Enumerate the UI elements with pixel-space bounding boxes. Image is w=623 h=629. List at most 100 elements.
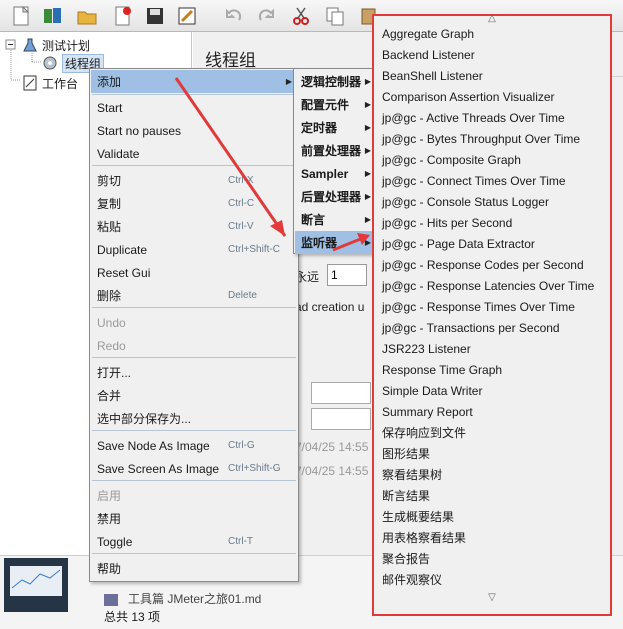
scroll-down-icon[interactable]: ▽ bbox=[374, 592, 610, 603]
listener-item[interactable]: jp@gc - Active Threads Over Time bbox=[382, 108, 565, 129]
undo-icon[interactable] bbox=[220, 3, 246, 29]
context-menu-item[interactable]: 禁用 bbox=[91, 507, 297, 530]
listener-item[interactable]: jp@gc - Hits per Second bbox=[382, 213, 512, 234]
listener-item[interactable]: Summary Report bbox=[382, 402, 473, 423]
context-menu-item[interactable]: Start no pauses bbox=[91, 119, 297, 142]
submenu-arrow-icon: ▶ bbox=[364, 100, 371, 109]
listener-item[interactable]: jp@gc - Composite Graph bbox=[382, 150, 521, 171]
flask-icon bbox=[23, 38, 37, 52]
file-item[interactable]: 工具篇 JMeter之旅01.md bbox=[104, 590, 261, 607]
cut-icon[interactable] bbox=[288, 3, 314, 29]
listener-item[interactable]: jp@gc - Transactions per Second bbox=[382, 318, 560, 339]
context-menu-item[interactable]: Save Screen As Image Ctrl+Shift-G bbox=[91, 457, 297, 480]
context-menu-item-label: 剪切 bbox=[97, 174, 122, 188]
loop-count-input[interactable] bbox=[327, 264, 367, 286]
tree-label-test-plan: 测试计划 bbox=[42, 38, 91, 53]
add-submenu-item[interactable]: 配置元件 ▶ bbox=[295, 93, 376, 116]
context-menu-item[interactable]: Duplicate Ctrl+Shift-C bbox=[91, 238, 297, 261]
item-count: 总共 13 项 bbox=[104, 610, 161, 624]
context-menu-item[interactable]: Undo bbox=[91, 311, 297, 334]
listener-item[interactable]: jp@gc - Connect Times Over Time bbox=[382, 171, 566, 192]
listener-item[interactable]: 保存响应到文件 bbox=[382, 423, 466, 444]
redo-icon[interactable] bbox=[254, 3, 280, 29]
markdown-file-icon bbox=[104, 593, 118, 606]
context-menu-item[interactable]: 帮助 bbox=[91, 557, 297, 580]
context-menu-item[interactable]: Start bbox=[91, 96, 297, 119]
context-menu-item[interactable]: Toggle Ctrl-T bbox=[91, 530, 297, 553]
listener-item[interactable]: 断言结果 bbox=[382, 486, 430, 507]
listener-item[interactable]: Comparison Assertion Visualizer bbox=[382, 87, 555, 108]
shortcut-hint: Ctrl-T bbox=[228, 536, 253, 547]
listener-item[interactable]: Simple Data Writer bbox=[382, 381, 482, 402]
listener-item[interactable]: 图形结果 bbox=[382, 444, 430, 465]
close-file-icon[interactable] bbox=[110, 3, 136, 29]
context-menu-item-label: 打开... bbox=[97, 366, 132, 380]
context-menu-item-label: Start bbox=[97, 100, 123, 115]
shortcut-hint: Ctrl-V bbox=[228, 221, 254, 232]
listener-item[interactable]: BeanShell Listener bbox=[382, 66, 483, 87]
add-submenu-item[interactable]: 断言 ▶ bbox=[295, 208, 376, 231]
save-icon[interactable] bbox=[142, 3, 168, 29]
listener-item[interactable]: jp@gc - Response Times Over Time bbox=[382, 297, 575, 318]
listener-item[interactable]: Aggregate Graph bbox=[382, 24, 474, 45]
add-submenu-item[interactable]: 逻辑控制器 ▶ bbox=[295, 70, 376, 93]
listener-item[interactable]: 生成概要结果 bbox=[382, 507, 454, 528]
menu-separator bbox=[92, 430, 296, 431]
edit-icon[interactable] bbox=[174, 3, 200, 29]
context-menu-item[interactable]: Save Node As Image Ctrl-G bbox=[91, 434, 297, 457]
add-submenu-item[interactable]: 定时器 ▶ bbox=[295, 116, 376, 139]
listener-item[interactable]: Response Time Graph bbox=[382, 360, 502, 381]
tree-node-workbench[interactable]: 工作台 bbox=[22, 74, 78, 92]
listener-item[interactable]: jp@gc - Page Data Extractor bbox=[382, 234, 535, 255]
context-menu-item[interactable]: 添加 ▶ bbox=[91, 70, 297, 93]
context-menu-item-label: 帮助 bbox=[97, 562, 122, 576]
context-menu-item-label: Start no pauses bbox=[97, 123, 182, 138]
gear-icon bbox=[43, 56, 57, 70]
submenu-arrow-icon: ▶ bbox=[364, 123, 371, 132]
scroll-up-icon[interactable]: △ bbox=[374, 13, 610, 24]
listener-item[interactable]: 察看结果树 bbox=[382, 465, 442, 486]
shortcut-hint: Ctrl-C bbox=[228, 198, 255, 209]
add-submenu-item[interactable]: 后置处理器 ▶ bbox=[295, 185, 376, 208]
context-menu-item[interactable]: 合并 bbox=[91, 384, 297, 407]
context-menu-item[interactable]: 启用 bbox=[91, 484, 297, 507]
listener-item[interactable]: Backend Listener bbox=[382, 45, 475, 66]
add-submenu-item-label: 逻辑控制器 bbox=[301, 75, 362, 89]
menu-separator bbox=[92, 553, 296, 554]
start-time-field[interactable] bbox=[311, 382, 371, 404]
listener-item[interactable]: jp@gc - Bytes Throughput Over Time bbox=[382, 129, 580, 150]
context-menu-item[interactable]: 选中部分保存为... bbox=[91, 407, 297, 430]
add-submenu-item[interactable]: Sampler ▶ bbox=[295, 162, 376, 185]
menu-separator bbox=[92, 165, 296, 166]
jmeter-window: 测试计划 线程组 工作台 线程组 永远 ad creation u 7/04/2… bbox=[0, 0, 623, 629]
submenu-arrow-icon: ▶ bbox=[364, 215, 371, 224]
open-icon[interactable] bbox=[74, 3, 100, 29]
context-menu-item[interactable]: 粘贴 Ctrl-V bbox=[91, 215, 297, 238]
templates-icon[interactable] bbox=[40, 3, 66, 29]
add-submenu-item[interactable]: 前置处理器 ▶ bbox=[295, 139, 376, 162]
listener-item[interactable]: 用表格察看结果 bbox=[382, 528, 466, 549]
end-time-field[interactable] bbox=[311, 408, 371, 430]
file-item-label: 工具篇 JMeter之旅01.md bbox=[128, 592, 262, 606]
context-menu-item[interactable]: 删除 Delete bbox=[91, 284, 297, 307]
copy-icon[interactable] bbox=[322, 3, 348, 29]
context-menu-item[interactable]: Reset Gui bbox=[91, 261, 297, 284]
context-menu-item-label: Reset Gui bbox=[97, 265, 151, 280]
tree-node-test-plan[interactable]: 测试计划 bbox=[22, 36, 90, 54]
listener-item[interactable]: 聚合报告 bbox=[382, 549, 430, 570]
context-menu-item[interactable]: Redo bbox=[91, 334, 297, 357]
listener-item[interactable]: jp@gc - Response Latencies Over Time bbox=[382, 276, 594, 297]
context-menu-item[interactable]: 剪切 Ctrl-X bbox=[91, 169, 297, 192]
context-menu-item[interactable]: 打开... bbox=[91, 361, 297, 384]
listener-item[interactable]: jp@gc - Response Codes per Second bbox=[382, 255, 584, 276]
context-menu-item[interactable]: Validate bbox=[91, 142, 297, 165]
new-icon[interactable] bbox=[8, 3, 34, 29]
listener-item[interactable]: JSR223 Listener bbox=[382, 339, 471, 360]
context-menu-item-label: Save Node As Image bbox=[97, 438, 210, 453]
add-submenu-item[interactable]: 监听器 ▶ bbox=[295, 231, 376, 254]
listener-item[interactable]: jp@gc - Console Status Logger bbox=[382, 192, 549, 213]
context-menu-item[interactable]: 复制 Ctrl-C bbox=[91, 192, 297, 215]
listener-item[interactable]: 邮件观察仪 bbox=[382, 570, 442, 591]
time-value-1: 7/04/25 14:55 bbox=[295, 440, 369, 454]
add-submenu-item-label: 配置元件 bbox=[301, 98, 350, 112]
